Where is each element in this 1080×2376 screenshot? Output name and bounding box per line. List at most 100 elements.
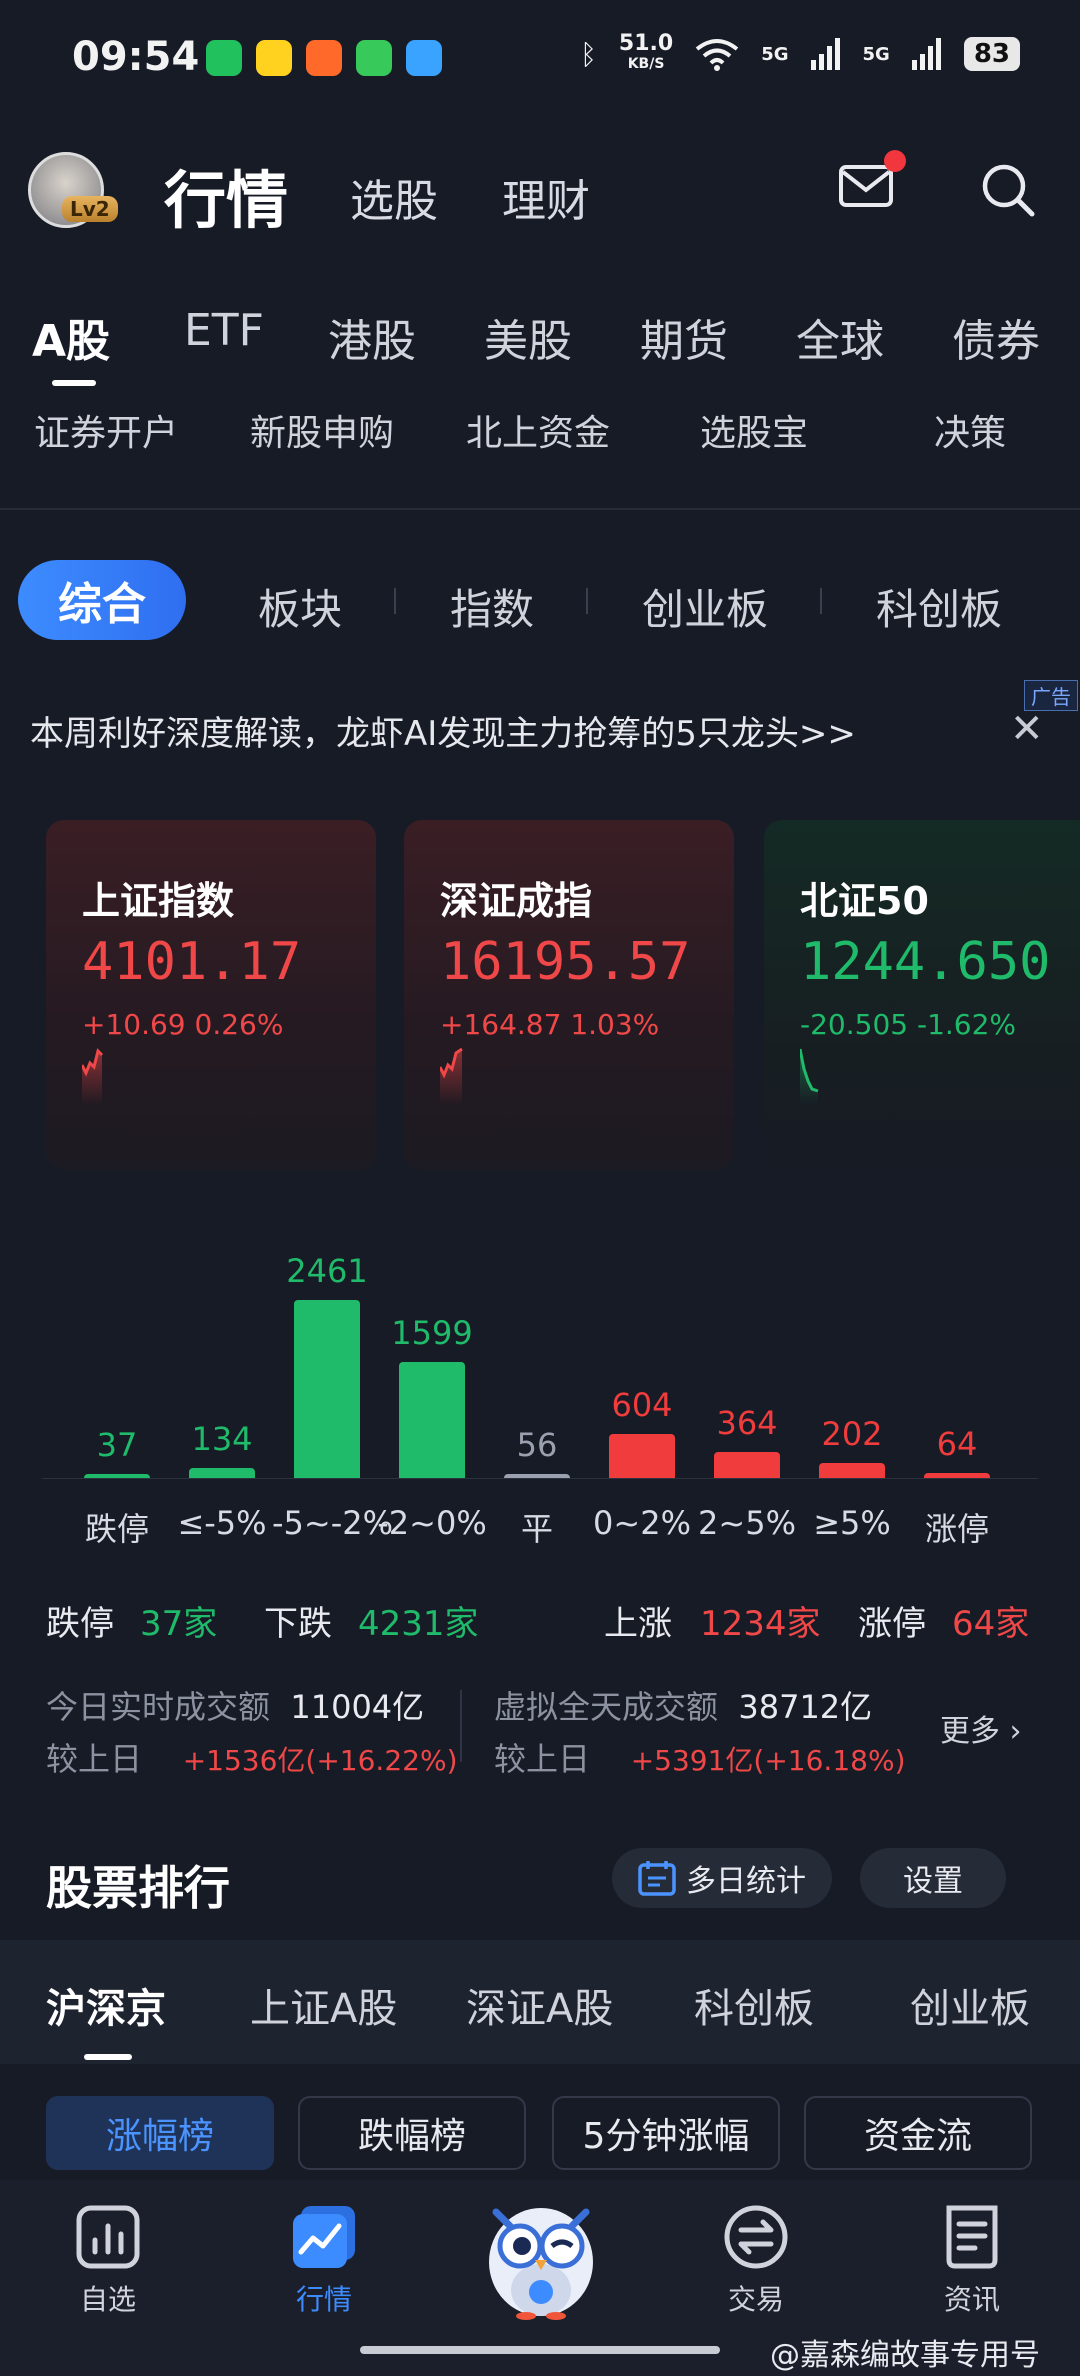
rank-tab-sz-a[interactable]: 深证A股 — [466, 1976, 613, 2034]
close-icon[interactable]: ✕ — [1010, 706, 1044, 752]
chart-bar-value: 37 — [96, 1426, 138, 1464]
turnover-today[interactable]: 今日实时成交额 11004亿 较上日 +1536亿(+16.22%) — [46, 1682, 458, 1780]
wechat-icon — [206, 40, 242, 76]
tab-separator — [586, 588, 588, 614]
pill-tab-overview[interactable]: 综合 — [18, 560, 186, 640]
net-speed-value: 51.0 — [618, 31, 674, 56]
chart-category-label: 0~2% — [593, 1504, 691, 1542]
divider — [460, 1690, 462, 1762]
chip-top-gainers[interactable]: 涨幅榜 — [46, 2096, 274, 2170]
watchlist-icon — [76, 2205, 140, 2269]
index-name: 上证指数 — [82, 879, 235, 923]
net-speed: 51.0 KB/S — [618, 31, 674, 74]
chart-bar — [714, 1452, 780, 1478]
limit-down-count: 37家 — [140, 1604, 218, 1644]
nav-label: 行情 — [295, 2283, 352, 2316]
turnover-today-label: 今日实时成交额 — [46, 1688, 271, 1726]
sparkline — [82, 1048, 104, 1105]
pill-tab-sectors[interactable]: 板块 — [258, 576, 342, 637]
chart-bar — [294, 1300, 360, 1478]
shortcut-northbound[interactable]: 北上资金 — [466, 404, 610, 456]
shortcut-ipo[interactable]: 新股申购 — [250, 404, 394, 456]
nav-news[interactable]: 资讯 — [912, 2202, 1032, 2318]
turnover-today-cmp-value: +1536亿(+16.22%) — [182, 1744, 458, 1777]
turnover-today-cmp-label: 较上日 — [46, 1740, 143, 1778]
index-card-shanghai[interactable]: 上证指数 4101.17 +10.69 0.26% — [46, 820, 376, 1170]
chart-bar-value: 56 — [516, 1426, 558, 1464]
shortcut-stock-picker[interactable]: 选股宝 — [700, 404, 808, 456]
more-link[interactable]: 更多 › — [940, 1706, 1022, 1750]
signal-5g-1: 5G — [761, 43, 789, 65]
home-indicator[interactable] — [360, 2346, 720, 2354]
status-time: 09:54 — [72, 34, 200, 80]
turnover-virtual[interactable]: 虚拟全天成交额 38712亿 较上日 +5391亿(+16.18%) — [494, 1682, 906, 1780]
search-icon[interactable] — [980, 162, 1036, 218]
index-name: 北证50 — [800, 879, 929, 923]
market-tab-bonds[interactable]: 债券 — [952, 305, 1040, 369]
index-card-bse50[interactable]: 北证50 1244.650 -20.505 -1.62% — [764, 820, 1080, 1170]
market-tab-a-share[interactable]: A股 — [32, 305, 110, 369]
chart-bar-value: 1599 — [391, 1314, 473, 1352]
shortcut-open-account[interactable]: 证券开户 — [34, 404, 178, 456]
nav-market[interactable]: 行情 — [264, 2202, 384, 2318]
battery-indicator: 83 — [963, 37, 1020, 71]
pill-tab-indices[interactable]: 指数 — [450, 576, 534, 637]
chip-money-flow[interactable]: 资金流 — [804, 2096, 1032, 2170]
chart-bar — [609, 1434, 675, 1478]
pill-tab-star[interactable]: 科创板 — [876, 576, 1002, 637]
rank-tab-sh-a[interactable]: 上证A股 — [250, 1976, 397, 2034]
rank-tab-all[interactable]: 沪深京 — [46, 1976, 166, 2034]
nav-label: 交易 — [727, 2283, 784, 2316]
turnover-virtual-label: 虚拟全天成交额 — [494, 1688, 719, 1726]
wifi-icon — [695, 39, 739, 71]
chart-category-label: -5~-2% — [272, 1504, 394, 1542]
chart-bar-value: 604 — [611, 1386, 673, 1424]
up-count: 1234家 — [700, 1604, 821, 1644]
market-tab-futures[interactable]: 期货 — [640, 305, 728, 369]
chart-bar — [819, 1463, 885, 1478]
chip-top-losers[interactable]: 跌幅榜 — [298, 2096, 526, 2170]
market-tab-us[interactable]: 美股 — [484, 305, 572, 369]
settings-button[interactable]: 设置 — [860, 1848, 1006, 1908]
ranking-title: 股票排行 — [46, 1861, 230, 1915]
index-value: 16195.57 — [440, 932, 691, 992]
mail-icon[interactable] — [838, 164, 894, 208]
chip-5min-gain[interactable]: 5分钟涨幅 — [552, 2096, 780, 2170]
market-tab-global[interactable]: 全球 — [796, 305, 884, 369]
nav-watchlist[interactable]: 自选 — [48, 2202, 168, 2318]
multi-day-stats-button[interactable]: 多日统计 — [612, 1848, 832, 1908]
pill-tab-chinext[interactable]: 创业板 — [642, 576, 768, 637]
chart-category-label: 平 — [520, 1510, 553, 1548]
rank-tab-star[interactable]: 科创板 — [694, 1976, 814, 2034]
header-title[interactable]: 行情 — [164, 150, 288, 240]
signal-icon — [810, 38, 840, 70]
market-chart-icon — [293, 2206, 355, 2268]
promo-banner[interactable]: 本周利好深度解读，龙虾AI发现主力抢筹的5只龙头>> — [30, 706, 856, 755]
chart-bar-value: 64 — [936, 1425, 978, 1463]
shortcut-decision[interactable]: 决策 — [934, 404, 1006, 456]
rank-tab-chinext[interactable]: 创业板 — [910, 1976, 1030, 2034]
market-tab-hk[interactable]: 港股 — [328, 305, 416, 369]
sparkline — [800, 1048, 819, 1105]
header-tab-finance[interactable]: 理财 — [502, 165, 590, 229]
index-change: -20.505 -1.62% — [800, 1008, 1017, 1041]
chart-bar-value: 134 — [191, 1420, 253, 1458]
market-tab-etf[interactable]: ETF — [184, 305, 264, 356]
chart-category-label: 跌停 — [84, 1510, 149, 1548]
header-tab-stock-pick[interactable]: 选股 — [350, 165, 438, 229]
turnover-today-value: 11004亿 — [290, 1688, 425, 1726]
limit-up-count: 64家 — [952, 1604, 1030, 1644]
index-change: +164.87 1.03% — [440, 1008, 660, 1041]
nav-trade[interactable]: 交易 — [696, 2202, 816, 2318]
tab-separator — [820, 588, 822, 614]
mascot-owl-icon[interactable] — [466, 2190, 616, 2320]
phone-icon — [356, 40, 392, 76]
chart-category-label: 涨停 — [924, 1510, 989, 1548]
bluetooth-icon: ᛒ — [580, 37, 597, 71]
multi-day-stats-label: 多日统计 — [686, 1864, 806, 1899]
index-card-shenzhen[interactable]: 深证成指 16195.57 +164.87 1.03% — [404, 820, 734, 1170]
chart-bar-value: 364 — [716, 1404, 778, 1442]
tab-separator — [394, 588, 396, 614]
app-icon — [406, 40, 442, 76]
chart-category-label: 2~5% — [698, 1504, 796, 1542]
